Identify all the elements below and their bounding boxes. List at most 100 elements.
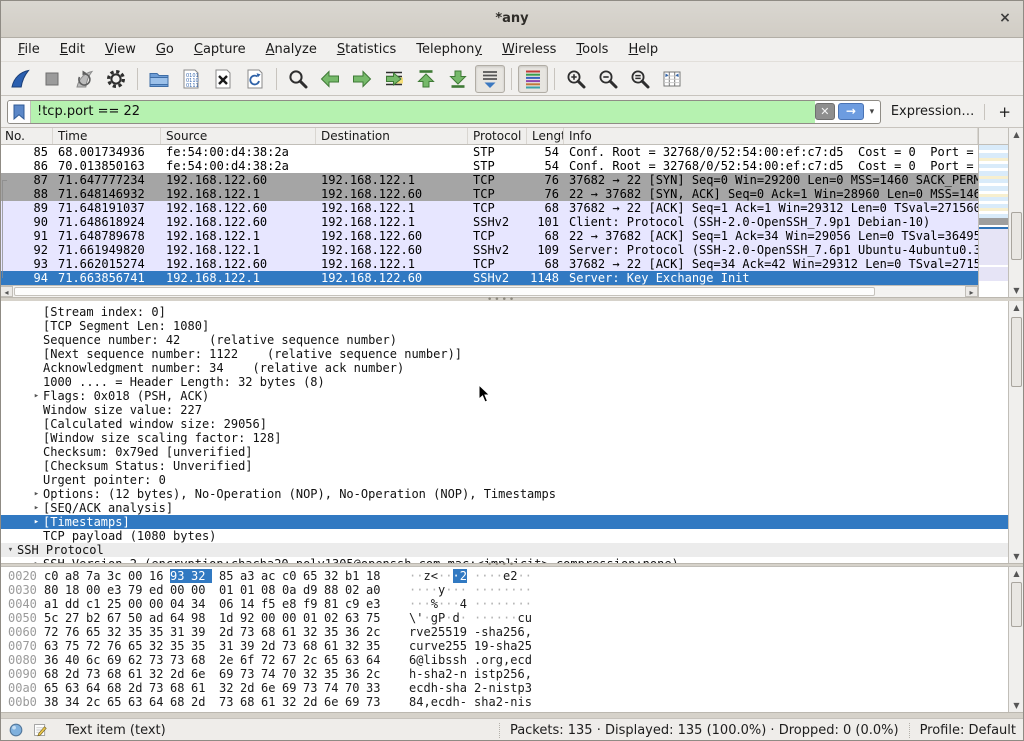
expander-collapsed-icon[interactable]: ▸ xyxy=(30,501,43,515)
start-capture-button[interactable] xyxy=(5,65,35,93)
resize-columns-button[interactable] xyxy=(657,65,687,93)
scroll-down-arrow-icon[interactable]: ▼ xyxy=(1009,699,1024,712)
hex-row-0050[interactable]: 00505c27b26750ad64981d92000001026375\'·g… xyxy=(8,611,1008,625)
hscroll-left-arrow-icon[interactable]: ◂ xyxy=(0,286,13,297)
filter-bookmark-button[interactable] xyxy=(8,101,31,123)
detail-line[interactable]: [TCP Segment Len: 1080] xyxy=(0,319,1008,333)
hex-row-0070[interactable]: 0070637572766532353531392d7368613235curv… xyxy=(8,639,1008,653)
hex-row-0020[interactable]: 0020c0a87a3c0016933285a3acc06532b118··z<… xyxy=(8,569,1008,583)
hex-row-0060[interactable]: 006072766532353531392d7368613235362crve2… xyxy=(8,625,1008,639)
packet-row-86[interactable]: 8670.013850163fe:54:00:d4:38:2aSTP54Conf… xyxy=(0,159,978,173)
packet-row-88[interactable]: 8871.648146932192.168.122.1192.168.122.6… xyxy=(0,187,978,201)
detail-line[interactable]: Sequence number: 42 (relative sequence n… xyxy=(0,333,1008,347)
vscroll-thumb[interactable] xyxy=(1011,212,1022,260)
vscroll-thumb[interactable] xyxy=(1011,317,1022,387)
reload-file-button[interactable] xyxy=(240,65,270,93)
packet-row-87[interactable]: 8771.647777234192.168.122.60192.168.122.… xyxy=(0,173,978,187)
expert-info-button[interactable] xyxy=(8,722,25,739)
menu-view[interactable]: View xyxy=(95,38,146,61)
detail-line[interactable]: TCP payload (1080 bytes) xyxy=(0,529,1008,543)
status-profile[interactable]: Profile: Default xyxy=(909,723,1016,738)
menu-edit[interactable]: Edit xyxy=(50,38,95,61)
column-header-no[interactable]: No. xyxy=(0,128,53,144)
detail-line[interactable]: ▸Options: (12 bytes), No-Operation (NOP)… xyxy=(0,487,1008,501)
menu-capture[interactable]: Capture xyxy=(184,38,256,61)
go-to-packet-button[interactable] xyxy=(379,65,409,93)
detail-line[interactable]: ▸[SEQ/ACK analysis] xyxy=(0,501,1008,515)
detail-line[interactable]: ▸Flags: 0x018 (PSH, ACK) xyxy=(0,389,1008,403)
packet-row-92[interactable]: 9271.661949820192.168.122.1192.168.122.6… xyxy=(0,243,978,257)
scroll-up-arrow-icon[interactable]: ▲ xyxy=(1009,567,1024,580)
column-header-protocol[interactable]: Protocol xyxy=(468,128,527,144)
capture-options-button[interactable] xyxy=(101,65,131,93)
zoom-in-button[interactable] xyxy=(561,65,591,93)
find-packet-button[interactable] xyxy=(283,65,313,93)
go-last-button[interactable] xyxy=(443,65,473,93)
display-filter-input[interactable] xyxy=(31,101,815,123)
scroll-down-arrow-icon[interactable]: ▼ xyxy=(1009,284,1024,297)
hex-row-00b0[interactable]: 00b038342c656364682d736861322d6e697384,e… xyxy=(8,695,1008,709)
go-back-button[interactable] xyxy=(315,65,345,93)
detail-line[interactable]: 1000 .... = Header Length: 32 bytes (8) xyxy=(0,375,1008,389)
column-header-length[interactable]: Length xyxy=(527,128,564,144)
menu-statistics[interactable]: Statistics xyxy=(327,38,406,61)
pane-splitter-bottom[interactable]: •••• xyxy=(0,563,1024,566)
expander-collapsed-icon[interactable]: ▸ xyxy=(30,487,43,501)
menu-go[interactable]: Go xyxy=(146,38,184,61)
filter-apply-button[interactable]: → xyxy=(838,103,864,120)
detail-line[interactable]: [Next sequence number: 1122 (relative se… xyxy=(0,347,1008,361)
packet-row-93[interactable]: 9371.662015274192.168.122.60192.168.122.… xyxy=(0,257,978,271)
packet-row-89[interactable]: 8971.648191037192.168.122.60192.168.122.… xyxy=(0,201,978,215)
detail-line[interactable]: [Stream index: 0] xyxy=(0,305,1008,319)
intelligent-scrollbar-minimap[interactable] xyxy=(978,128,1008,297)
filter-add-button[interactable]: + xyxy=(992,103,1017,121)
stop-capture-button[interactable] xyxy=(37,65,67,93)
column-header-info[interactable]: Info xyxy=(564,128,978,144)
menu-telephony[interactable]: Telephony xyxy=(406,38,492,61)
expression-button[interactable]: Expression… xyxy=(888,104,978,119)
packet-row-90[interactable]: 9071.648618924192.168.122.60192.168.122.… xyxy=(0,215,978,229)
menu-wireless[interactable]: Wireless xyxy=(492,38,566,61)
go-first-button[interactable] xyxy=(411,65,441,93)
expander-expanded-icon[interactable]: ▾ xyxy=(4,543,17,557)
scroll-up-arrow-icon[interactable]: ▲ xyxy=(1009,301,1024,314)
detail-line[interactable]: [Calculated window size: 29056] xyxy=(0,417,1008,431)
details-vscrollbar[interactable]: ▲ ▼ xyxy=(1008,301,1024,563)
column-header-source[interactable]: Source xyxy=(161,128,316,144)
restart-capture-button[interactable] xyxy=(69,65,99,93)
vscroll-thumb[interactable] xyxy=(1011,582,1022,627)
scroll-up-arrow-icon[interactable]: ▲ xyxy=(1009,128,1024,141)
detail-line[interactable]: ▾SSH Protocol xyxy=(0,543,1008,557)
column-header-destination[interactable]: Destination xyxy=(316,128,468,144)
detail-line[interactable]: Acknowledgment number: 34 (relative ack … xyxy=(0,361,1008,375)
capture-comment-button[interactable] xyxy=(32,722,49,739)
hex-row-0090[interactable]: 0090682d736861322d6e697374703235362ch-sh… xyxy=(8,667,1008,681)
hscroll-right-arrow-icon[interactable]: ▸ xyxy=(965,286,978,297)
hscroll-thumb[interactable] xyxy=(14,287,875,296)
open-file-button[interactable] xyxy=(144,65,174,93)
detail-line[interactable]: [Window size scaling factor: 128] xyxy=(0,431,1008,445)
close-file-button[interactable] xyxy=(208,65,238,93)
detail-line[interactable]: Urgent pointer: 0 xyxy=(0,473,1008,487)
hex-row-0080[interactable]: 008036406c69627373682e6f72672c6563646@li… xyxy=(8,653,1008,667)
zoom-reset-button[interactable] xyxy=(625,65,655,93)
hex-vscrollbar[interactable]: ▲ ▼ xyxy=(1008,567,1024,712)
detail-line[interactable]: Checksum: 0x79ed [unverified] xyxy=(0,445,1008,459)
expander-collapsed-icon[interactable]: ▸ xyxy=(30,515,43,529)
colorize-button[interactable] xyxy=(518,65,548,93)
packet-row-94[interactable]: 9471.663856741192.168.122.1192.168.122.6… xyxy=(0,271,978,285)
menu-analyze[interactable]: Analyze xyxy=(256,38,327,61)
hex-dump[interactable]: 0020c0a87a3c0016933285a3acc06532b118··z<… xyxy=(0,567,1008,712)
auto-scroll-button[interactable] xyxy=(475,65,505,93)
pane-splitter-top[interactable]: •••• xyxy=(0,297,1024,301)
detail-line[interactable]: Window size value: 227 xyxy=(0,403,1008,417)
go-forward-button[interactable] xyxy=(347,65,377,93)
filter-clear-button[interactable]: ✕ xyxy=(815,103,835,120)
hex-row-0040[interactable]: 0040a1ddc125000004340614f5e8f981c9e3···%… xyxy=(8,597,1008,611)
save-file-button[interactable]: 010101100111 xyxy=(176,65,206,93)
detail-line[interactable]: ▸[Timestamps] xyxy=(0,515,1008,529)
expander-collapsed-icon[interactable]: ▸ xyxy=(30,389,43,403)
filter-dropdown-icon[interactable]: ▾ xyxy=(864,107,880,117)
zoom-out-button[interactable] xyxy=(593,65,623,93)
packet-row-85[interactable]: 8568.001734936fe:54:00:d4:38:2aSTP54Conf… xyxy=(0,145,978,159)
